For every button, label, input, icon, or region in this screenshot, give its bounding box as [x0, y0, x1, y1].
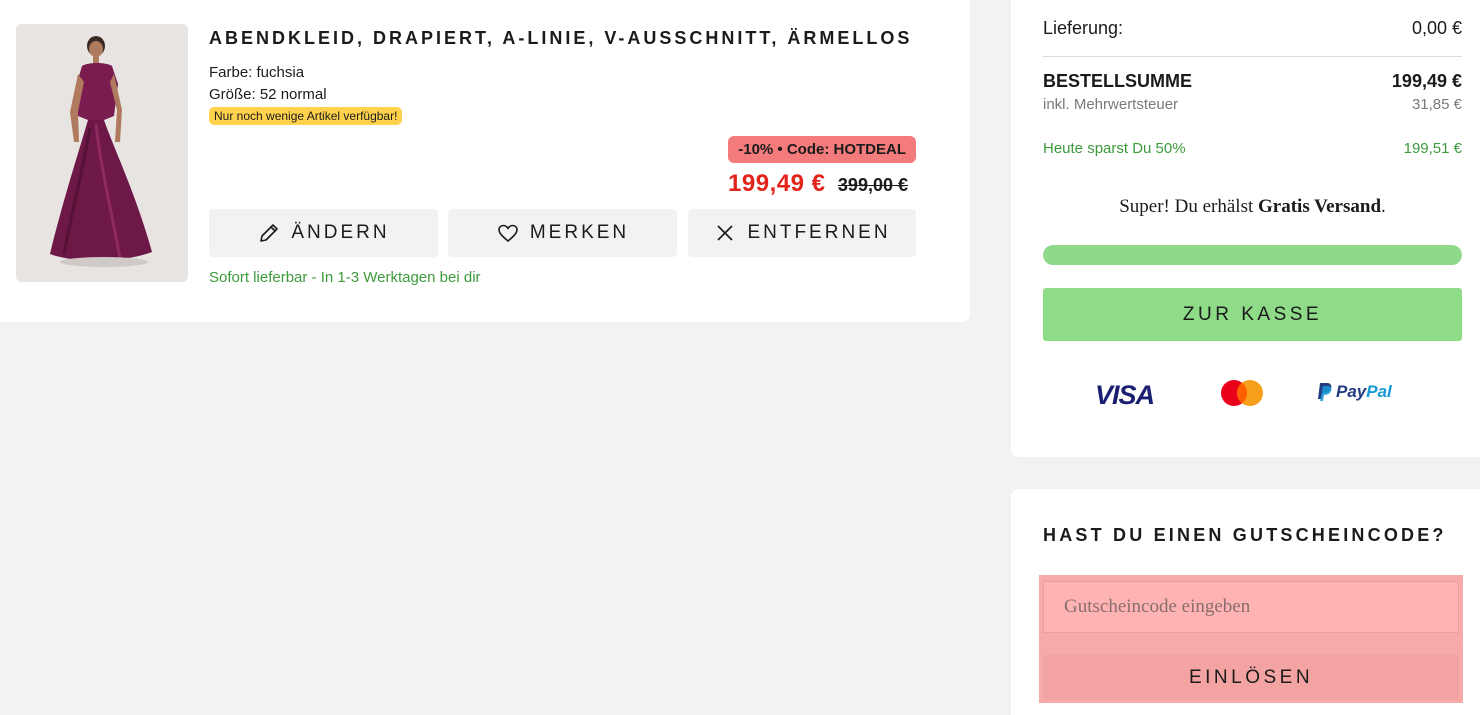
total-value: 199,49 € [1391, 71, 1462, 91]
free-shipping-progress-fill [1043, 245, 1462, 265]
product-title[interactable]: ABENDKLEID, DRAPIERT, A-LINIE, V-AUSSCHN… [209, 28, 912, 49]
tax-row: inkl. Mehrwertsteuer 31,85 € [1043, 96, 1462, 113]
voucher-code-input[interactable] [1043, 581, 1459, 633]
voucher-title: HAST DU EINEN GUTSCHEINCODE? [1043, 525, 1447, 545]
edit-button-label: ÄNDERN [291, 222, 390, 243]
tax-label: inkl. Mehrwertsteuer [1043, 96, 1179, 113]
total-row: BESTELLSUMME 199,49 € [1043, 71, 1462, 92]
visa-logo: VISA [1095, 380, 1155, 410]
savings-row: Heute sparst Du 50% 199,51 € [1043, 140, 1462, 157]
paypal-logo: Pay Pal [1317, 382, 1392, 402]
savings-label: Heute sparst Du 50% [1043, 140, 1186, 157]
cart-item-card: ABENDKLEID, DRAPIERT, A-LINIE, V-AUSSCHN… [0, 0, 970, 322]
free-shipping-message: Super! Du erhälst Gratis Versand. [1043, 196, 1462, 218]
free-shipping-bold: Gratis Versand [1258, 196, 1382, 217]
edit-button[interactable]: ÄNDERN [209, 209, 438, 257]
delivery-info: Sofort lieferbar - In 1-3 Werktagen bei … [209, 269, 481, 286]
low-stock-badge: Nur noch wenige Artikel verfügbar! [209, 107, 403, 125]
total-label: BESTELLSUMME [1043, 71, 1193, 91]
free-shipping-prefix: Super! Du erhälst [1119, 196, 1259, 217]
product-color: Farbe: fuchsia [209, 64, 305, 81]
original-price: 399,00 € [837, 175, 908, 195]
paypal-text-pay: Pay [1336, 382, 1367, 401]
voucher-form: EINLÖSEN [1039, 575, 1463, 703]
mastercard-icon [1221, 380, 1263, 406]
remove-button[interactable]: ENTFERNEN [688, 209, 916, 257]
paypal-text-pal: Pal [1366, 382, 1392, 401]
shipping-value: 0,00 € [1411, 18, 1462, 38]
close-icon [717, 225, 734, 241]
wishlist-button[interactable]: MERKEN [448, 209, 677, 257]
product-image[interactable] [16, 24, 188, 282]
checkout-button[interactable]: ZUR KASSE [1043, 288, 1462, 341]
current-price: 199,49 € [728, 170, 826, 197]
voucher-card: HAST DU EINEN GUTSCHEINCODE? EINLÖSEN [1011, 489, 1480, 715]
savings-value: 199,51 € [1403, 140, 1462, 157]
dress-photo [16, 24, 188, 282]
shipping-row: Lieferung: 0,00 € [1043, 18, 1462, 39]
remove-button-label: ENTFERNEN [747, 222, 891, 243]
free-shipping-progress [1043, 245, 1462, 265]
paypal-p-icon [1318, 383, 1332, 401]
product-size: Größe: 52 normal [209, 86, 327, 103]
pencil-icon [260, 224, 279, 242]
heart-icon [498, 224, 518, 242]
price-row: 199,49 € 399,00 € [728, 170, 908, 198]
shipping-label: Lieferung: [1043, 18, 1124, 38]
order-summary-card: Lieferung: 0,00 € BESTELLSUMME 199,49 € … [1011, 0, 1480, 457]
wishlist-button-label: MERKEN [529, 222, 630, 243]
redeem-button[interactable]: EINLÖSEN [1043, 655, 1459, 700]
discount-code-badge: -10% • Code: HOTDEAL [728, 136, 916, 163]
tax-value: 31,85 € [1411, 96, 1462, 113]
free-shipping-suffix: . [1381, 196, 1386, 217]
summary-divider [1043, 56, 1462, 57]
